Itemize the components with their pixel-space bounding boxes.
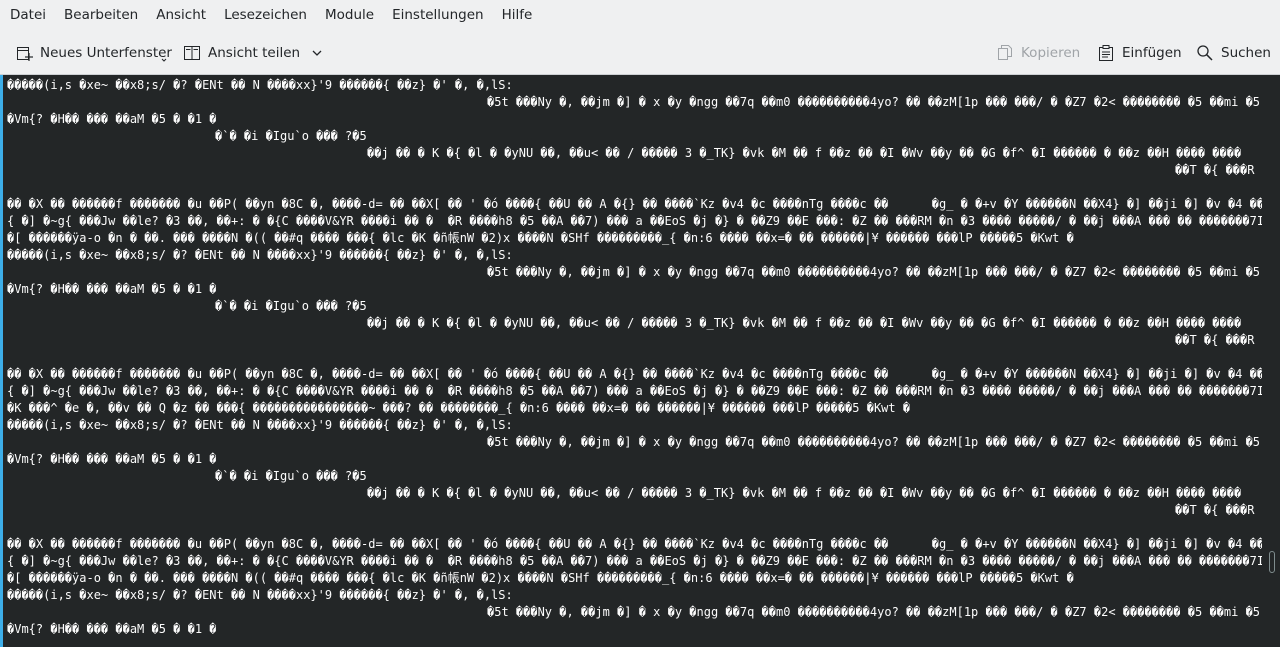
terminal-text: ��T �{ ���R: [1175, 503, 1255, 517]
paste-label: Einfügen: [1122, 44, 1182, 61]
terminal-line: �Vm{? �H�� ��� ��aM �5 � �1 �: [0, 621, 1262, 638]
menu-module[interactable]: Module: [316, 0, 383, 30]
terminal-text: �Vm{? �H�� ��� ��aM �5 � �1 �: [7, 622, 217, 636]
terminal-text: { �] �~g{ ���Jw ��le? �3 ��, ��+: � �{C …: [7, 214, 1262, 228]
terminal-text: �����(i,s �xe~ ��x8;s/ �? �ENt �� N ����…: [7, 588, 513, 602]
new-tab-button[interactable]: Neues Unterfenster: [15, 30, 172, 75]
terminal-line: { �] �~g{ ���Jw ��le? �3 ��, ��+: � �{C …: [0, 213, 1262, 230]
terminal-text: �`� �i �Igu`o ��� ?�5: [215, 469, 367, 483]
terminal-output[interactable]: �����(i,s �xe~ ��x8;s/ �? �ENt �� N ����…: [0, 77, 1262, 645]
terminal-line: �� �X �� ������f ������� �u ��P( ��yn �8…: [0, 536, 1262, 553]
terminal-line: �����(i,s �xe~ ��x8;s/ �? �ENt �� N ����…: [0, 247, 1262, 264]
paste-icon: [1097, 44, 1115, 62]
find-label: Suchen: [1221, 44, 1271, 61]
terminal-line: �[ ������ÿa-o �n � ��. ��� ����N �(( ��#…: [0, 230, 1262, 247]
terminal-text: �[ ������ÿa-o �n � ��. ��� ����N �(( ��#…: [7, 231, 1074, 245]
menu-einstellungen[interactable]: Einstellungen: [383, 0, 493, 30]
terminal-line: �5t ���Ny �, ��jm �] � x �y �ngg ��7q ��…: [0, 604, 1262, 621]
terminal-text: �Vm{? �H�� ��� ��aM �5 � �1 �: [7, 452, 217, 466]
terminal-text: �5t ���Ny �, ��jm �] � x �y �ngg ��7q ��…: [487, 435, 1262, 449]
terminal-text: �K ���^ �e �, ��v �� Q �z �� ���{ ������…: [7, 401, 911, 415]
terminal-line: �����(i,s �xe~ ��x8;s/ �? �ENt �� N ����…: [0, 587, 1262, 604]
terminal-text: �5t ���Ny �, ��jm �] � x �y �ngg ��7q ��…: [487, 95, 1262, 109]
terminal-text: �� �X �� ������f ������� �u ��P( ��yn �8…: [7, 367, 1262, 381]
copy-label: Kopieren: [1021, 44, 1081, 61]
copy-button[interactable]: Kopieren: [996, 30, 1080, 75]
terminal-line: �5t ���Ny �, ��jm �] � x �y �ngg ��7q ��…: [0, 264, 1262, 281]
terminal-line: ��j �� � K �{ �l � �yNU ��, ��u< �� / ��…: [0, 145, 1262, 162]
terminal-line: �����(i,s �xe~ ��x8;s/ �? �ENt �� N ����…: [0, 417, 1262, 434]
terminal-text: �Vm{? �H�� ��� ��aM �5 � �1 �: [7, 282, 217, 296]
menu-datei[interactable]: Datei: [0, 0, 55, 30]
terminal-line: �Vm{? �H�� ��� ��aM �5 � �1 �: [0, 281, 1262, 298]
terminal-text: �5t ���Ny �, ��jm �] � x �y �ngg ��7q ��…: [487, 605, 1262, 619]
terminal-line: ��T �{ ���R: [0, 332, 1262, 349]
paste-button[interactable]: Einfügen: [1097, 30, 1182, 75]
terminal-line: �Vm{? �H�� ��� ��aM �5 � �1 �: [0, 451, 1262, 468]
terminal-line: { �] �~g{ ���Jw ��le? �3 ��, ��+: � �{C …: [0, 553, 1262, 570]
terminal-line: �[ ������ÿa-o �n � ��. ��� ����N �(( ��#…: [0, 570, 1262, 587]
terminal-text: �����(i,s �xe~ ��x8;s/ �? �ENt �� N ����…: [7, 418, 513, 432]
menu-lesezeichen[interactable]: Lesezeichen: [215, 0, 316, 30]
terminal-line: ��T �{ ���R: [0, 162, 1262, 179]
new-tab-label: Neues Unterfenster: [40, 44, 172, 61]
terminal-line: �5t ���Ny �, ��jm �] � x �y �ngg ��7q ��…: [0, 94, 1262, 111]
terminal-text: ��j �� � K �{ �l � �yNU ��, ��u< �� / ��…: [367, 146, 1242, 160]
terminal-line: �� �X �� ������f ������� �u ��P( ��yn �8…: [0, 196, 1262, 213]
split-view-button[interactable]: Ansicht teilen: [183, 30, 323, 75]
terminal-line: �`� �i �Igu`o ��� ?�5: [0, 468, 1262, 485]
menu-bearbeiten[interactable]: Bearbeiten: [55, 0, 147, 30]
terminal-text: �� �X �� ������f ������� �u ��P( ��yn �8…: [7, 537, 1262, 551]
terminal-line: ��j �� � K �{ �l � �yNU ��, ��u< �� / ��…: [0, 485, 1262, 502]
terminal-text: { �] �~g{ ���Jw ��le? �3 ��, ��+: � �{C …: [7, 554, 1262, 568]
new-tab-icon: [15, 44, 33, 62]
terminal-line: { �] �~g{ ���Jw ��le? �3 ��, ��+: � �{C …: [0, 383, 1262, 400]
terminal-line: �`� �i �Igu`o ��� ?�5: [0, 298, 1262, 315]
terminal-text: �[ ������ÿa-o �n � ��. ��� ����N �(( ��#…: [7, 571, 1074, 585]
new-tab-menu-indicator[interactable]: [161, 57, 167, 63]
scrollbar[interactable]: [1264, 75, 1280, 647]
scrollbar-thumb[interactable]: [1269, 551, 1275, 573]
terminal-text: �Vm{? �H�� ��� ��aM �5 � �1 �: [7, 112, 217, 126]
chevron-down-icon[interactable]: [311, 47, 323, 59]
konsole-window: Datei Bearbeiten Ansicht Lesezeichen Mod…: [0, 0, 1280, 647]
terminal-text: �5t ���Ny �, ��jm �] � x �y �ngg ��7q ��…: [487, 265, 1262, 279]
terminal-text: ��j �� � K �{ �l � �yNU ��, ��u< �� / ��…: [367, 486, 1242, 500]
terminal-text: ��T �{ ���R: [1175, 333, 1255, 347]
terminal-text: �����(i,s �xe~ ��x8;s/ �? �ENt �� N ����…: [7, 78, 513, 92]
terminal-line: ��j �� � K �{ �l � �yNU ��, ��u< �� / ��…: [0, 315, 1262, 332]
terminal-line: �K ���^ �e �, ��v �� Q �z �� ���{ ������…: [0, 400, 1262, 417]
split-view-icon: [183, 44, 201, 62]
copy-icon: [996, 44, 1014, 62]
terminal-view[interactable]: �����(i,s �xe~ ��x8;s/ �? �ENt �� N ����…: [0, 75, 1280, 647]
terminal-text: ��j �� � K �{ �l � �yNU ��, ��u< �� / ��…: [367, 316, 1242, 330]
terminal-line: �5t ���Ny �, ��jm �] � x �y �ngg ��7q ��…: [0, 434, 1262, 451]
search-icon: [1196, 44, 1214, 62]
terminal-line: �����(i,s �xe~ ��x8;s/ �? �ENt �� N ����…: [0, 77, 1262, 94]
terminal-text: �`� �i �Igu`o ��� ?�5: [215, 299, 367, 313]
terminal-line: �Vm{? �H�� ��� ��aM �5 � �1 �: [0, 111, 1262, 128]
terminal-line: ��T �{ ���R: [0, 502, 1262, 519]
terminal-text: ��T �{ ���R: [1175, 163, 1255, 177]
main-toolbar: Neues Unterfenster Ansicht teilen Kopier…: [0, 30, 1280, 75]
find-button[interactable]: Suchen: [1196, 30, 1271, 75]
terminal-line: �`� �i �Igu`o ��� ?�5: [0, 128, 1262, 145]
terminal-text: �����(i,s �xe~ ��x8;s/ �? �ENt �� N ����…: [7, 248, 513, 262]
terminal-text: �`� �i �Igu`o ��� ?�5: [215, 129, 367, 143]
menu-hilfe[interactable]: Hilfe: [493, 0, 542, 30]
split-view-label: Ansicht teilen: [208, 44, 301, 61]
terminal-line: �� �X �� ������f ������� �u ��P( ��yn �8…: [0, 366, 1262, 383]
terminal-text: { �] �~g{ ���Jw ��le? �3 ��, ��+: � �{C …: [7, 384, 1262, 398]
menu-ansicht[interactable]: Ansicht: [147, 0, 215, 30]
menu-bar: Datei Bearbeiten Ansicht Lesezeichen Mod…: [0, 0, 1280, 30]
terminal-text: �� �X �� ������f ������� �u ��P( ��yn �8…: [7, 197, 1262, 211]
